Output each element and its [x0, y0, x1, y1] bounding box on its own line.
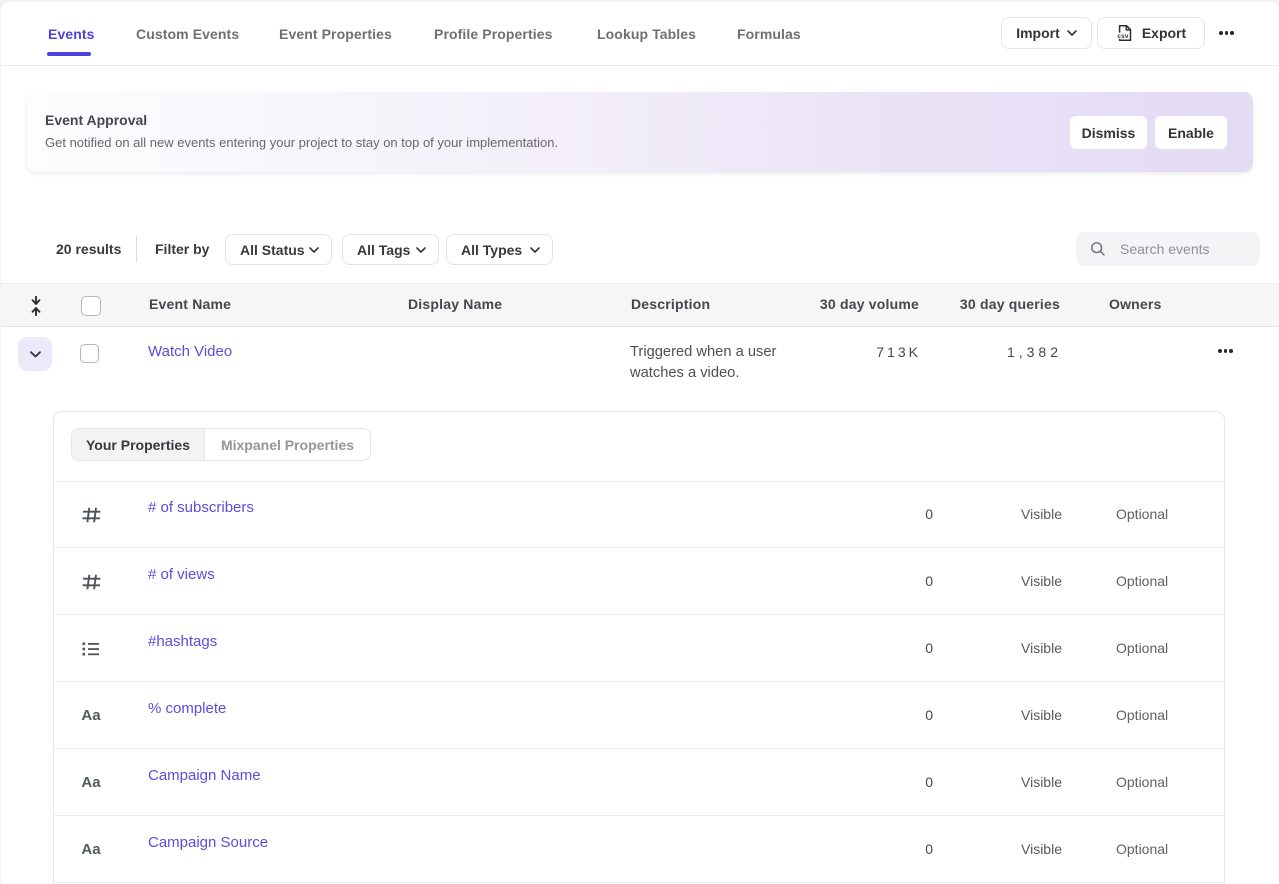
svg-text:csv: csv	[1117, 33, 1129, 40]
